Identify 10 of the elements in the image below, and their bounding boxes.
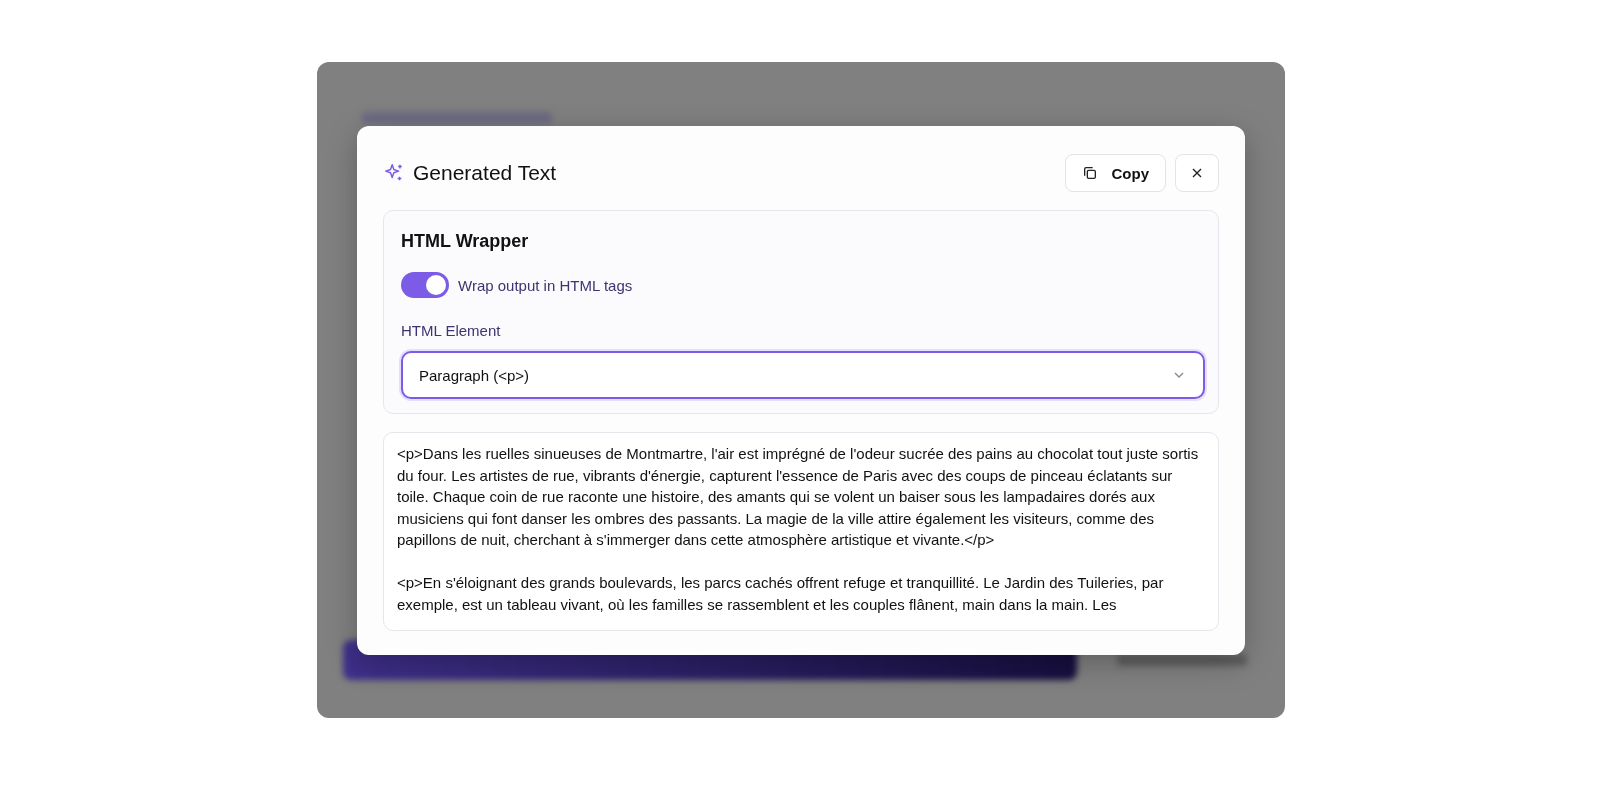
copy-icon — [1081, 165, 1098, 181]
field-label: HTML Element — [401, 322, 502, 339]
toggle-label: Wrap output in HTML tags — [458, 276, 633, 294]
card-heading: HTML Wrapper — [401, 231, 530, 252]
close-button[interactable] — [1175, 154, 1219, 192]
copy-button[interactable]: Copy — [1064, 154, 1166, 192]
output-text: <p>Dans les ruelles sinueuses de Montmartre, l'air est imprégné de l'odeur sucrée des pains au chocolat tout juste sortis du four. Les artistes de rue, vibrants d'énergie, capturent l'essence de Paris avec des coups de pinceau éclatants sur toile. Chaque coin de rue raconte une histoire, des amants qui se volent un baiser sous les lampadaires dorés aux musiciens qui font danser les ombres des passants. La magie de la ville attire également les visiteurs, comme des papillons de nuit, cherchant à s'immerger dans cette atmosphère artistique et vivante.</p> <p>En s'éloignant des grands boulevards, les parcs cachés offrent refuge et tranquillité. Le Jardin des Tuileries, par exemple, est un tableau vivant, où les familles se rassemblent et les couples flânent, main dans la main. Les — [383, 432, 1219, 631]
toggle-switch[interactable] — [401, 272, 449, 298]
dialog-title: Generated Text — [413, 161, 557, 185]
select-field[interactable]: Paragraph (<p>) — [401, 351, 1205, 399]
